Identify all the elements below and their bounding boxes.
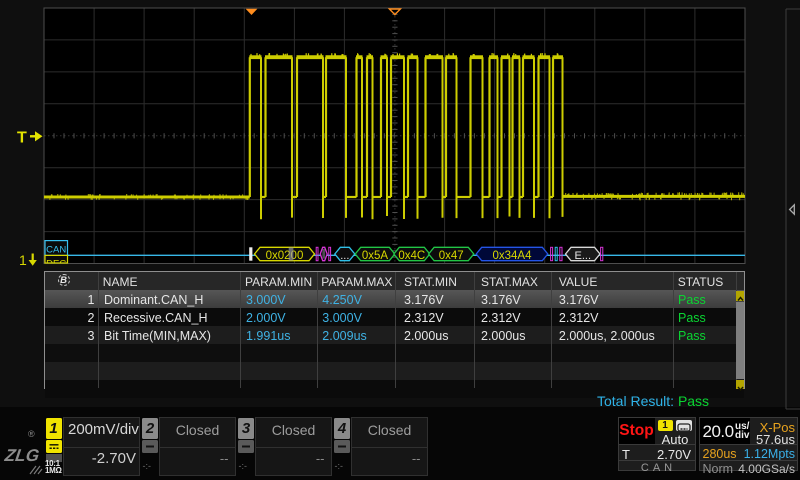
svg-text:T: T — [17, 130, 27, 147]
svg-text:CAN: CAN — [46, 244, 66, 255]
svg-text:0x5A: 0x5A — [362, 250, 389, 262]
svg-text:1: 1 — [19, 252, 27, 268]
svg-text:0x4C: 0x4C — [398, 250, 425, 262]
svg-text:0x34A4: 0x34A4 — [492, 250, 532, 262]
svg-text:...: ... — [340, 250, 349, 262]
svg-text:0x0200: 0x0200 — [266, 250, 304, 262]
svg-text:E...: E... — [575, 250, 592, 262]
svg-text:0x47: 0x47 — [439, 250, 464, 262]
